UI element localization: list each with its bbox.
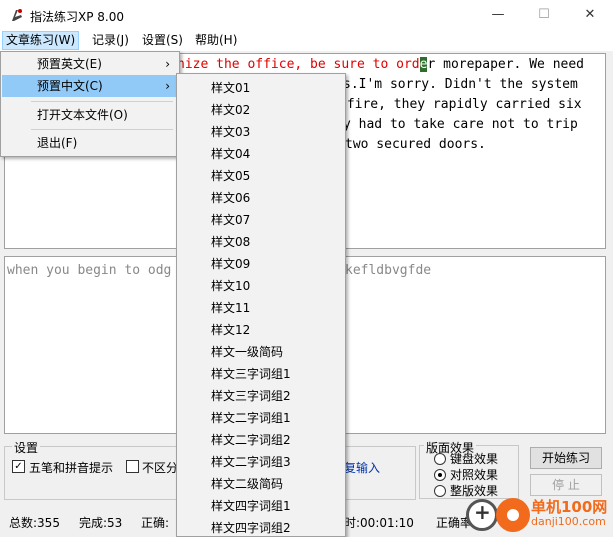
wubi-hint-label: 五笔和拼音提示 [29, 461, 114, 475]
menu-help[interactable]: 帮助(H) [193, 32, 239, 49]
submenu-item-sample[interactable]: 样文四字词组1 [211, 497, 291, 514]
menu-separator [31, 101, 173, 102]
full-page-effect-label: 整版效果 [450, 484, 499, 498]
close-button[interactable]: ✕ [567, 0, 613, 30]
title-bar: 指法练习XP 8.00 — ☐ ✕ [0, 0, 613, 30]
submenu-item-sample[interactable]: 样文02 [211, 101, 250, 118]
compare-effect-label: 对照效果 [450, 468, 499, 482]
source-line-5: two secured doors. [345, 137, 486, 152]
nocase-checkbox[interactable] [126, 460, 139, 473]
menu-item-exit[interactable]: 退出(F) [2, 132, 178, 154]
stop-button[interactable]: 停 止 [530, 474, 602, 496]
status-done: 完成:53 [79, 516, 123, 530]
settings-legend: 设置 [12, 439, 41, 456]
minimize-button[interactable]: — [475, 0, 521, 30]
repeat-input-link[interactable]: 复输入 [344, 459, 380, 476]
start-practice-button[interactable]: 开始练习 [530, 447, 602, 469]
submenu-item-sample[interactable]: 样文07 [211, 211, 250, 228]
source-line-4: y had to take care not to trip [343, 117, 578, 132]
submenu-item-sample[interactable]: 样文04 [211, 145, 250, 162]
submenu-item-sample[interactable]: 样文06 [211, 189, 250, 206]
maximize-button[interactable]: ☐ [521, 0, 567, 30]
submenu-item-sample[interactable]: 样文01 [211, 79, 250, 96]
input-text-left: when you begin to odg [7, 263, 172, 278]
submenu-item-sample[interactable]: 样文09 [211, 255, 250, 272]
submenu-item-sample[interactable]: 样文一级简码 [211, 343, 283, 360]
submenu-item-sample[interactable]: 样文二级简码 [211, 475, 283, 492]
submenu-item-sample[interactable]: 样文03 [211, 123, 250, 140]
watermark-site-url: danji100.com [531, 515, 606, 528]
submenu-item-sample[interactable]: 样文12 [211, 321, 250, 338]
plus-icon: + [474, 500, 491, 524]
status-time: 时:00:01:10 [344, 516, 414, 530]
menu-item-preset-english[interactable]: 预置英文(E) › [2, 53, 178, 75]
submenu-item-sample[interactable]: 样文三字词组1 [211, 365, 291, 382]
status-correct: 正确: [141, 516, 170, 530]
keyboard-effect-label: 键盘效果 [450, 452, 499, 466]
compare-effect-radio[interactable] [434, 469, 446, 481]
menu-item-preset-chinese[interactable]: 预置中文(C) › [2, 75, 178, 97]
article-practice-menu: 预置英文(E) › 预置中文(C) › 打开文本文件(O) 退出(F) [0, 51, 180, 157]
menu-bar: 文章练习(W) 记录(J) 设置(S) 帮助(H) [0, 30, 613, 51]
menu-article-practice[interactable]: 文章练习(W) [2, 31, 80, 50]
submenu-item-sample[interactable]: 样文四字词组2 [211, 519, 291, 536]
submenu-item-sample[interactable]: 样文三字词组2 [211, 387, 291, 404]
full-page-effect-radio[interactable] [434, 485, 446, 497]
nocase-label: 不区分 [142, 461, 179, 475]
submenu-item-sample[interactable]: 样文二字词组1 [211, 409, 291, 426]
window-title: 指法练习XP 8.00 [30, 10, 124, 24]
submenu-arrow-icon: › [165, 57, 170, 71]
submenu-arrow-icon: › [165, 79, 170, 93]
watermark-site-name: 单机100网 [531, 498, 608, 516]
submenu-item-sample[interactable]: 样文10 [211, 277, 250, 294]
menu-separator [31, 129, 173, 130]
source-line-1: nize the office, be sure to order morepa… [177, 57, 584, 72]
keyboard-effect-radio[interactable] [434, 453, 446, 465]
watermark-logo-dot-inner [507, 509, 519, 521]
menu-settings[interactable]: 设置(S) [140, 32, 185, 49]
submenu-item-sample[interactable]: 样文二字词组2 [211, 431, 291, 448]
untyped-text: r morepaper. We need [427, 57, 585, 72]
status-total: 总数:355 [9, 516, 60, 530]
input-text-right: kefldbvgfde [345, 263, 432, 278]
preset-chinese-submenu: 样文01 样文02 样文03 样文04 样文05 样文06 样文07 样文08 样文09 样文10… [176, 73, 346, 537]
app-icon [12, 9, 22, 21]
submenu-item-sample[interactable]: 样文08 [211, 233, 250, 250]
typed-text: nize the office, be sure to ord [177, 57, 420, 72]
menu-item-open-text-file[interactable]: 打开文本文件(O) [2, 104, 178, 126]
source-line-3: fire, they rapidly carried six [339, 97, 582, 112]
submenu-item-sample[interactable]: 样文05 [211, 167, 250, 184]
menu-records[interactable]: 记录(J) [90, 32, 131, 49]
source-line-2: s.I'm sorry. Didn't the system [343, 77, 578, 92]
wubi-hint-checkbox[interactable]: ✓ [12, 460, 25, 473]
submenu-item-sample[interactable]: 样文二字词组3 [211, 453, 291, 470]
submenu-item-sample[interactable]: 样文11 [211, 299, 250, 316]
